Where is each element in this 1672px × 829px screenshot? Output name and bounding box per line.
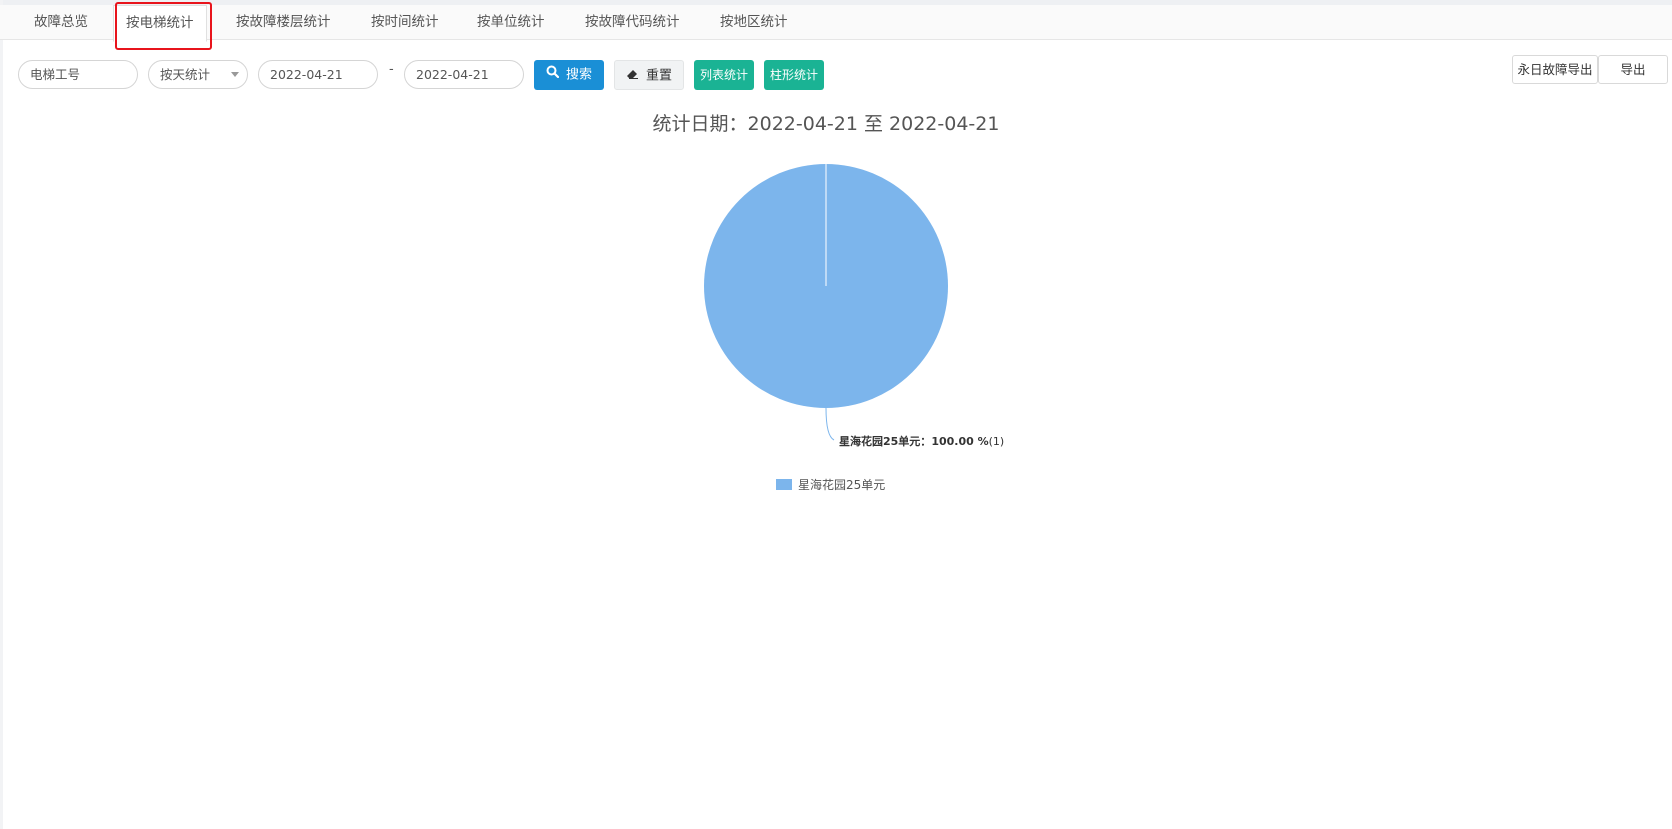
chart-title: 统计日期：2022-04-21 至 2022-04-21 [652, 113, 1000, 135]
reset-button[interactable]: 重置 [614, 60, 684, 90]
eraser-icon [626, 61, 639, 91]
slice-label-percent: 100.00 % [931, 435, 989, 448]
bar-stats-button[interactable]: 柱形统计 [764, 60, 824, 90]
tab-bar: 故障总览 按电梯统计 按故障楼层统计 按时间统计 按单位统计 按故障代码统计 按… [0, 5, 1672, 42]
elevator-no-input[interactable]: 电梯工号 [18, 60, 138, 89]
tab-fault-overview[interactable]: 故障总览 [34, 5, 88, 39]
start-date-input[interactable]: 2022-04-21 [258, 60, 378, 89]
slice-data-label: 星海花园25单元：100.00 %(1) [839, 433, 1004, 449]
period-select-value: 按天统计 [160, 67, 211, 82]
legend-swatch [776, 479, 792, 490]
slice-label-count: (1) [988, 435, 1005, 448]
date-separator: - [389, 62, 394, 77]
page: 故障总览 按电梯统计 按故障楼层统计 按时间统计 按单位统计 按故障代码统计 按… [0, 0, 1672, 829]
tab-by-unit[interactable]: 按单位统计 [477, 5, 545, 39]
search-button-label: 搜索 [565, 67, 592, 83]
tab-by-elevator[interactable]: 按电梯统计 [113, 5, 207, 42]
tab-by-time[interactable]: 按时间统计 [371, 5, 439, 39]
end-date-input[interactable]: 2022-04-21 [404, 60, 524, 89]
search-icon [546, 60, 560, 90]
tab-by-fault-floor[interactable]: 按故障楼层统计 [236, 5, 331, 39]
export-button[interactable]: 导出 [1598, 55, 1668, 84]
chevron-down-icon [231, 72, 239, 77]
slice-label-name: 星海花园25单元： [839, 435, 932, 448]
legend-item-label: 星海花园25单元 [798, 478, 886, 492]
search-button[interactable]: 搜索 [534, 60, 604, 90]
reset-button-label: 重置 [645, 68, 672, 84]
tab-by-region[interactable]: 按地区统计 [720, 5, 788, 39]
pie-slice-0[interactable] [704, 164, 948, 408]
period-select[interactable]: 按天统计 [148, 60, 248, 89]
tab-by-fault-code[interactable]: 按故障代码统计 [585, 5, 680, 39]
list-stats-button[interactable]: 列表统计 [694, 60, 754, 90]
chart-legend[interactable]: 星海花园25单元 [776, 476, 885, 493]
slice-label-connector [825, 407, 835, 441]
daily-fault-export-button[interactable]: 永日故障导出 [1512, 55, 1598, 84]
